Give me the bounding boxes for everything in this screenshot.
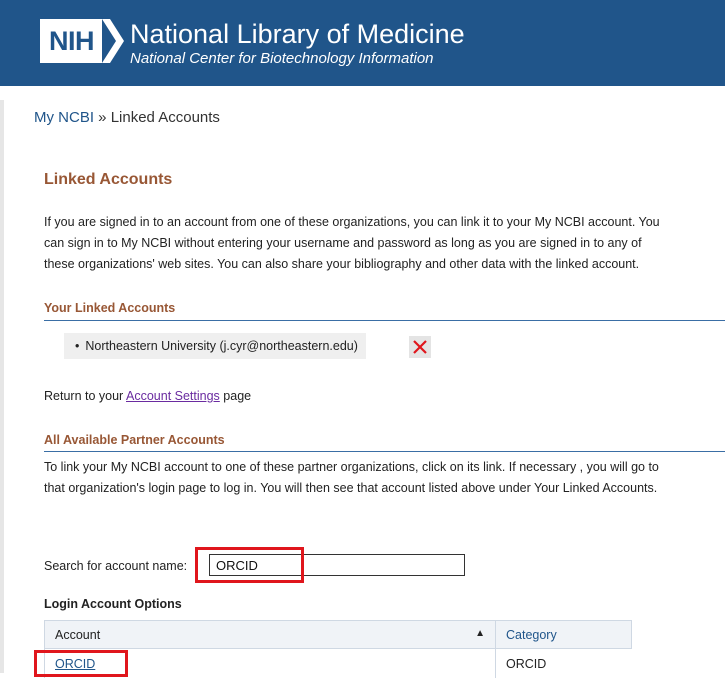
nih-logo-text: NIH — [40, 19, 102, 63]
category-cell: ORCID — [496, 649, 632, 678]
account-column-header[interactable]: Account ▲ — [45, 621, 496, 649]
nih-logo[interactable]: NIH — [40, 19, 124, 63]
partner-text-line: To link your My NCBI account to one of t… — [44, 457, 659, 478]
section-divider — [44, 320, 725, 321]
category-column-label: Category — [506, 628, 557, 642]
return-to-settings: Return to your Account Settings page — [44, 389, 251, 403]
intro-line: If you are signed in to an account from … — [44, 212, 725, 233]
partner-accounts-heading: All Available Partner Accounts — [44, 433, 225, 447]
bullet-icon: • — [75, 339, 79, 353]
intro-line: these organizations' web sites. You can … — [44, 254, 725, 275]
return-text-after: page — [220, 389, 251, 403]
intro-line: can sign in to My NCBI without entering … — [44, 233, 725, 254]
login-options-label: Login Account Options — [44, 597, 182, 611]
sort-asc-icon[interactable]: ▲ — [475, 628, 485, 639]
left-border — [0, 100, 4, 673]
login-account-options-table: Account ▲ Category ORCID ORCID — [44, 620, 632, 678]
breadcrumb-my-ncbi-link[interactable]: My NCBI — [34, 109, 94, 126]
breadcrumb: My NCBI » Linked Accounts — [34, 109, 220, 126]
linked-account-item: • Northeastern University (j.cyr@northea… — [64, 333, 366, 359]
page-title: Linked Accounts — [44, 171, 172, 189]
account-cell: ORCID — [45, 649, 496, 678]
table-row: ORCID ORCID — [45, 649, 632, 678]
account-search-input[interactable] — [209, 554, 465, 576]
org-title[interactable]: National Library of Medicine — [130, 19, 465, 49]
orcid-account-link[interactable]: ORCID — [55, 657, 95, 671]
org-subtitle: National Center for Biotechnology Inform… — [130, 50, 434, 67]
partner-text-line: that organization's login page to log in… — [44, 478, 659, 499]
linked-account-label: Northeastern University (j.cyr@northeast… — [85, 339, 358, 353]
intro-paragraph: If you are signed in to an account from … — [44, 212, 725, 275]
site-header: NIH National Library of Medicine Nationa… — [0, 0, 725, 86]
delete-x-icon — [412, 339, 428, 355]
breadcrumb-current: Linked Accounts — [111, 109, 220, 126]
partner-accounts-description: To link your My NCBI account to one of t… — [44, 457, 659, 499]
table-header-row: Account ▲ Category — [45, 621, 632, 649]
search-label: Search for account name: — [44, 559, 187, 573]
account-settings-link[interactable]: Account Settings — [126, 389, 220, 403]
your-linked-accounts-heading: Your Linked Accounts — [44, 301, 175, 315]
breadcrumb-separator: » — [94, 109, 111, 126]
account-column-label: Account — [55, 628, 100, 642]
return-text-before: Return to your — [44, 389, 126, 403]
nih-chevron-icon — [102, 19, 124, 63]
category-column-header[interactable]: Category — [496, 621, 632, 649]
section-divider — [44, 451, 725, 452]
unlink-account-button[interactable] — [409, 336, 431, 358]
